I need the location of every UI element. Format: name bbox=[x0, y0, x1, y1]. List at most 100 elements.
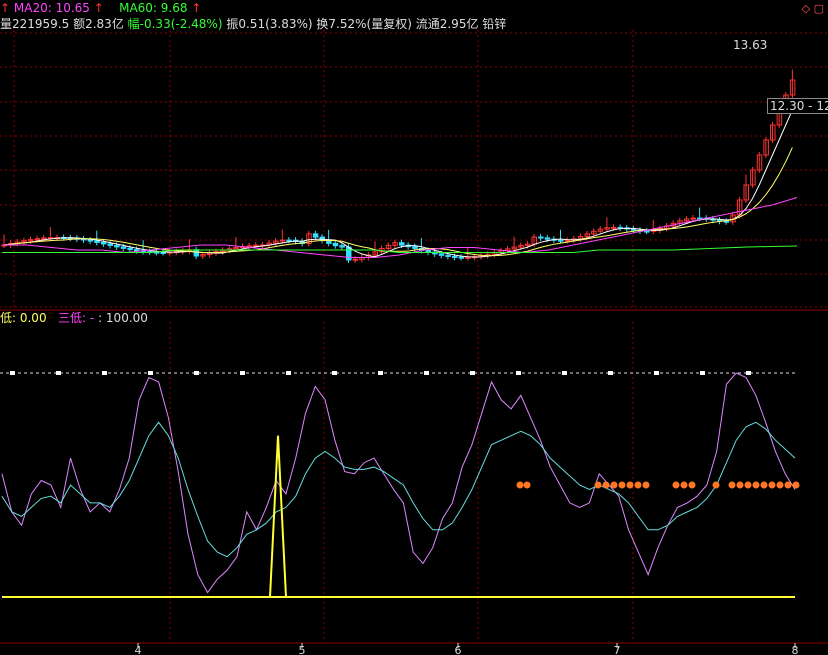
candle-body bbox=[538, 236, 544, 239]
candle-body bbox=[94, 240, 100, 243]
candle-body bbox=[458, 256, 465, 259]
volume-value: 量221959.5 bbox=[0, 17, 70, 31]
ma-header: ↑ MA20: 10.65 ↑ MA60: 9.68 ↑ bbox=[0, 1, 201, 15]
current-price-tag: 12.30 - 12 bbox=[767, 98, 828, 114]
signal-dot bbox=[626, 481, 634, 489]
candle-body bbox=[286, 239, 292, 242]
amount-value: 额2.83亿 bbox=[73, 17, 124, 31]
x-axis: 4 5 6 7 8 bbox=[135, 643, 799, 655]
sector-value: 铅锌 bbox=[482, 17, 507, 31]
signal-dot bbox=[744, 481, 752, 489]
reference-marker bbox=[424, 371, 429, 375]
signal-dot bbox=[760, 481, 768, 489]
x-tick-label: 4 bbox=[135, 644, 142, 655]
x-tick-label: 6 bbox=[455, 644, 462, 655]
signal-dot bbox=[776, 481, 784, 489]
candle-body bbox=[452, 255, 458, 258]
candle-body bbox=[611, 226, 617, 229]
candle-body bbox=[100, 241, 107, 245]
signal-dot bbox=[634, 481, 642, 489]
candle-body bbox=[134, 249, 140, 252]
reference-marker bbox=[378, 371, 383, 375]
candle-body bbox=[279, 239, 286, 242]
signal-dot bbox=[618, 481, 626, 489]
candle-body bbox=[339, 245, 345, 248]
candle-body bbox=[87, 239, 94, 242]
san-di-label: 三低: - bbox=[58, 311, 95, 325]
ma10-line bbox=[3, 147, 793, 257]
reference-marker bbox=[562, 371, 567, 375]
reference-marker bbox=[332, 371, 337, 375]
candle-body bbox=[723, 220, 730, 223]
candle-body bbox=[399, 242, 405, 246]
signal-dot bbox=[610, 481, 618, 489]
candle-body bbox=[544, 237, 551, 240]
change-value: 幅-0.33(-2.48%) bbox=[127, 17, 223, 31]
reference-marker bbox=[10, 371, 15, 375]
amplitude-value: 振0.51(3.83%) bbox=[226, 17, 313, 31]
ma5-line bbox=[3, 109, 793, 258]
signal-dot bbox=[523, 481, 531, 489]
up-arrow-icon: ↑ bbox=[0, 1, 11, 15]
up-arrow-icon: ↑ bbox=[191, 1, 202, 15]
signal-dot bbox=[784, 481, 792, 489]
chart-canvas: 4 5 6 7 8 bbox=[0, 30, 828, 655]
ma20-label: MA20: 10.65 bbox=[13, 1, 90, 15]
candle-body bbox=[127, 247, 133, 251]
up-arrow-icon: ↑ bbox=[93, 1, 104, 15]
high-price-tag: 13.63 bbox=[733, 38, 768, 52]
signal-dot bbox=[728, 481, 736, 489]
signal-dot bbox=[688, 481, 696, 489]
candle-body bbox=[120, 246, 127, 249]
candle-body bbox=[644, 230, 650, 233]
reference-marker bbox=[608, 371, 613, 375]
reference-marker bbox=[746, 371, 751, 375]
signal-dot bbox=[602, 481, 610, 489]
candle-body bbox=[445, 254, 451, 257]
x-tick-label: 5 bbox=[299, 644, 306, 655]
signal-dot bbox=[672, 481, 680, 489]
candle-body bbox=[107, 243, 113, 246]
reference-marker bbox=[654, 371, 659, 375]
candle-body bbox=[564, 239, 571, 242]
candle-body bbox=[346, 246, 352, 261]
reference-marker bbox=[194, 371, 199, 375]
max-label: : 100.00 bbox=[98, 311, 148, 325]
candle-body bbox=[160, 251, 166, 254]
candle-body bbox=[332, 242, 339, 247]
candle-body bbox=[425, 249, 431, 253]
candle-body bbox=[352, 258, 359, 261]
reference-marker bbox=[240, 371, 245, 375]
indicator-header: 低: 0.00 三低: - : 100.00 bbox=[0, 311, 148, 325]
reference-marker bbox=[148, 371, 153, 375]
window-controls[interactable]: ◇ ▢ bbox=[802, 2, 824, 15]
candle-body bbox=[41, 237, 47, 240]
grid-lines bbox=[0, 30, 828, 644]
reference-marker bbox=[286, 371, 291, 375]
signal-dot bbox=[712, 481, 720, 489]
candle-body bbox=[114, 244, 120, 248]
indicator-cyan-line bbox=[1, 421, 796, 558]
signal-dot bbox=[792, 481, 800, 489]
signal-dot bbox=[736, 481, 744, 489]
indicator-panel bbox=[0, 371, 800, 598]
reference-marker bbox=[700, 371, 705, 375]
float-value: 流通2.95亿 bbox=[415, 17, 479, 31]
signal-dot bbox=[680, 481, 688, 489]
reference-marker bbox=[102, 371, 107, 375]
x-tick-label: 8 bbox=[792, 644, 799, 655]
candle-body bbox=[690, 217, 696, 220]
signal-dot bbox=[516, 481, 524, 489]
low-label: 低: 0.00 bbox=[0, 311, 47, 325]
reference-marker bbox=[516, 371, 521, 375]
signal-dot bbox=[768, 481, 776, 489]
reference-marker bbox=[470, 371, 475, 375]
signal-dot bbox=[752, 481, 760, 489]
candle-body bbox=[630, 228, 637, 231]
candle-body bbox=[312, 233, 319, 238]
candle-body bbox=[465, 256, 471, 259]
signal-dot bbox=[594, 481, 602, 489]
quote-header: 量221959.5 额2.83亿 幅-0.33(-2.48%) 振0.51(3.… bbox=[0, 17, 506, 31]
candle-body bbox=[34, 238, 41, 241]
candle-body bbox=[246, 245, 253, 248]
